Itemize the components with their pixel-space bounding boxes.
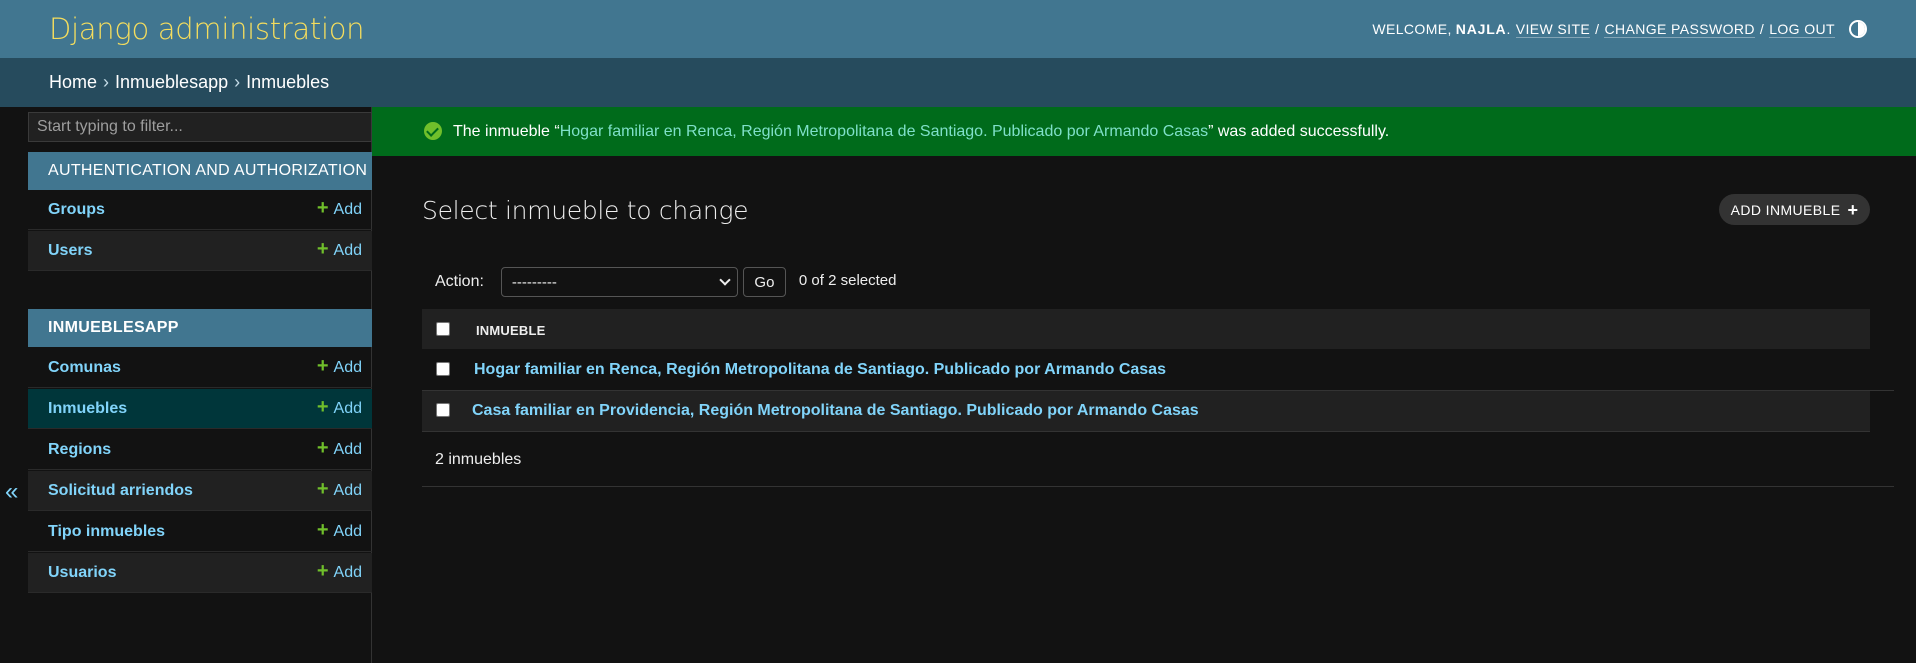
change-password-link[interactable]: CHANGE PASSWORD — [1604, 21, 1755, 38]
breadcrumb: Home › Inmueblesapp › Inmuebles — [0, 58, 1916, 107]
period: . — [1506, 21, 1511, 37]
sidebar-item-solicitud-arriendos: Solicitud arriendos + Add — [28, 471, 372, 511]
plus-icon: + — [316, 477, 329, 500]
username: NAJLA — [1455, 21, 1507, 37]
add-label: Add — [333, 522, 362, 540]
sidebar-item-comunas: Comunas + Add — [28, 348, 372, 388]
nav-filter-input[interactable] — [28, 112, 372, 142]
table-header: INMUEBLE — [422, 309, 1870, 349]
log-out-link[interactable]: LOG OUT — [1769, 21, 1835, 38]
paginator: 2 inmuebles — [422, 432, 1894, 487]
sidebar-item-label[interactable]: Inmuebles — [48, 400, 127, 418]
page-title: Select inmueble to change — [422, 196, 749, 225]
breadcrumb-app[interactable]: Inmueblesapp — [115, 72, 228, 93]
add-label: Add — [333, 481, 362, 499]
success-message: The inmueble “Hogar familiar en Renca, R… — [372, 107, 1916, 156]
contrast-icon[interactable] — [1849, 20, 1867, 38]
view-site-link[interactable]: VIEW SITE — [1515, 21, 1591, 38]
add-groups-link[interactable]: + Add — [316, 196, 362, 220]
sidebar-item-label[interactable]: Comunas — [48, 359, 121, 377]
plus-icon: + — [316, 395, 329, 418]
action-select[interactable]: --------- — [500, 267, 738, 297]
add-label: Add — [333, 241, 362, 259]
breadcrumb-home[interactable]: Home — [49, 72, 97, 93]
breadcrumb-separator: › — [103, 72, 110, 92]
plus-icon: + — [316, 436, 329, 459]
action-label: Action: — [435, 273, 484, 290]
table-row: Hogar familiar en Renca, Región Metropol… — [422, 350, 1894, 391]
site-header: Django administration WELCOME, NAJLA . V… — [0, 0, 1916, 58]
action-selected-value: --------- — [511, 273, 557, 291]
add-comunas-link[interactable]: + Add — [316, 354, 362, 378]
sidebar-item-users: Users + Add — [28, 231, 372, 271]
sidebar-item-regions: Regions + Add — [28, 430, 372, 470]
add-inmueble-button[interactable]: ADD INMUEBLE + — [1719, 194, 1870, 225]
message-prefix: The inmueble “ — [453, 122, 560, 140]
module-caption-inmueblesapp[interactable]: INMUEBLESAPP — [28, 309, 372, 347]
plus-icon: + — [316, 237, 329, 260]
separator: / — [1595, 21, 1600, 37]
sidebar-item-label[interactable]: Tipo inmuebles — [48, 523, 165, 541]
chevron-down-icon — [719, 274, 731, 286]
add-label: Add — [333, 358, 362, 376]
row-link[interactable]: Casa familiar en Providencia, Región Met… — [472, 402, 1199, 420]
message-suffix: ” was added successfully. — [1208, 122, 1390, 140]
sidebar-item-label[interactable]: Groups — [48, 201, 105, 219]
site-branding[interactable]: Django administration — [49, 12, 365, 46]
add-label: Add — [333, 399, 362, 417]
sidebar-item-label[interactable]: Regions — [48, 441, 111, 459]
add-users-link[interactable]: + Add — [316, 237, 362, 261]
module-caption-auth[interactable]: AUTHENTICATION AND AUTHORIZATION — [28, 152, 372, 190]
message-object-link[interactable]: Hogar familiar en Renca, Región Metropol… — [560, 123, 1208, 140]
plus-icon: + — [316, 196, 329, 219]
add-inmuebles-link[interactable]: + Add — [316, 395, 362, 419]
actions-bar: Action: --------- Go 0 of 2 selected — [422, 266, 897, 298]
sidebar-item-usuarios: Usuarios + Add — [28, 553, 372, 593]
welcome-text: WELCOME, — [1372, 21, 1452, 37]
row-checkbox[interactable] — [436, 362, 450, 376]
result-count: 2 inmuebles — [435, 451, 522, 468]
sidebar-item-inmuebles: Inmuebles + Add — [28, 389, 372, 429]
user-tools: WELCOME, NAJLA . VIEW SITE / CHANGE PASS… — [1372, 20, 1867, 38]
go-button[interactable]: Go — [742, 267, 786, 297]
add-usuarios-link[interactable]: + Add — [316, 559, 362, 583]
separator: / — [1759, 21, 1765, 37]
sidebar-item-label[interactable]: Usuarios — [48, 564, 116, 582]
plus-icon: + — [1847, 199, 1859, 220]
add-button-label: ADD INMUEBLE — [1730, 201, 1841, 218]
add-solicitud-arriendos-link[interactable]: + Add — [316, 477, 362, 501]
row-checkbox[interactable] — [436, 403, 450, 417]
sidebar-item-groups: Groups + Add — [28, 190, 372, 230]
add-tipo-inmuebles-link[interactable]: + Add — [316, 518, 362, 542]
check-circle-icon — [424, 122, 442, 140]
column-header-inmueble[interactable]: INMUEBLE — [476, 323, 546, 338]
sidebar-gutter — [0, 107, 28, 663]
select-all-checkbox[interactable] — [436, 322, 450, 336]
plus-icon: + — [316, 518, 329, 541]
add-label: Add — [333, 200, 362, 218]
selected-count: 0 of 2 selected — [798, 271, 897, 289]
sidebar-item-tipo-inmuebles: Tipo inmuebles + Add — [28, 512, 372, 552]
message-text: The inmueble “Hogar familiar en Renca, R… — [453, 123, 1389, 141]
sidebar-item-label[interactable]: Users — [48, 242, 92, 260]
plus-icon: + — [316, 354, 329, 377]
sidebar-item-label[interactable]: Solicitud arriendos — [48, 482, 193, 500]
add-regions-link[interactable]: + Add — [316, 436, 362, 460]
nav-sidebar: AUTHENTICATION AND AUTHORIZATION Groups … — [28, 107, 372, 663]
plus-icon: + — [316, 559, 329, 582]
row-link[interactable]: Hogar familiar en Renca, Región Metropol… — [474, 361, 1166, 379]
breadcrumb-current: Inmuebles — [246, 72, 330, 92]
add-label: Add — [333, 440, 362, 458]
add-label: Add — [333, 563, 362, 581]
breadcrumb-separator: › — [234, 72, 241, 92]
table-row: Casa familiar en Providencia, Región Met… — [422, 391, 1870, 432]
collapse-sidebar-icon[interactable]: « — [5, 480, 18, 504]
